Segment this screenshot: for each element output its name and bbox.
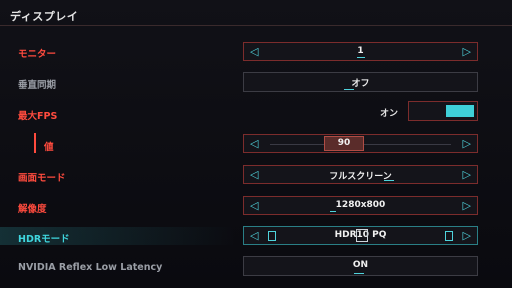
monitor-value: 1 <box>357 46 364 56</box>
nvidia-reflex-button[interactable]: ON <box>243 256 478 276</box>
right-arrow-icon[interactable]: ▷ <box>463 137 471 150</box>
hdr-mode-label: HDRモード <box>18 234 70 245</box>
cursor-icon <box>356 229 368 242</box>
value-underline <box>384 180 394 181</box>
header: ディスプレイ <box>0 0 512 26</box>
header-divider <box>0 25 512 26</box>
right-arrow-icon[interactable]: ▷ <box>463 229 471 242</box>
right-arrow-icon[interactable]: ▷ <box>463 199 471 212</box>
sub-setting-indicator <box>34 133 36 153</box>
resolution-selector[interactable]: ◁ 1280x800 ▷ <box>243 196 478 215</box>
nvidia-reflex-label: NVIDIA Reflex Low Latency <box>18 262 163 273</box>
screen-mode-value: フルスクリーン <box>329 172 392 182</box>
value-underline <box>357 57 365 58</box>
fps-value-label: 値 <box>44 142 54 153</box>
toggle-knob <box>446 105 474 117</box>
left-arrow-icon[interactable]: ◁ <box>250 137 258 150</box>
right-arrow-icon[interactable]: ▷ <box>463 45 471 58</box>
screen-mode-label: 画面モード <box>18 173 66 184</box>
max-fps-toggle[interactable] <box>408 101 478 121</box>
vsync-label: 垂直同期 <box>18 80 57 91</box>
value-underline <box>354 273 364 274</box>
fps-value-slider[interactable]: ◁ 90 ▷ <box>243 134 478 153</box>
resolution-value: 1280x800 <box>335 200 386 210</box>
max-fps-label: 最大FPS <box>18 111 58 122</box>
vsync-value: オフ <box>351 79 370 89</box>
page-title: ディスプレイ <box>10 10 79 23</box>
hdr-mode-selector[interactable]: ◁ HDR10 PQ ▷ <box>243 226 478 245</box>
value-underline <box>344 89 354 90</box>
nvidia-reflex-value: ON <box>352 260 369 270</box>
vsync-button[interactable]: オフ <box>243 72 478 92</box>
monitor-label: モニター <box>18 49 57 60</box>
resolution-label: 解像度 <box>18 204 47 215</box>
hdr-on-icon <box>445 231 453 241</box>
display-settings-screen: ディスプレイ モニター ◁ 1 ▷ 垂直同期 オフ 最大FPS オン 値 ◁ 9… <box>0 0 512 288</box>
right-arrow-icon[interactable]: ▷ <box>463 168 471 181</box>
value-underline <box>330 211 336 212</box>
fps-value: 90 <box>337 138 351 148</box>
max-fps-toggle-label: オン <box>380 109 399 119</box>
screen-mode-selector[interactable]: ◁ フルスクリーン ▷ <box>243 165 478 184</box>
monitor-selector[interactable]: ◁ 1 ▷ <box>243 42 478 61</box>
